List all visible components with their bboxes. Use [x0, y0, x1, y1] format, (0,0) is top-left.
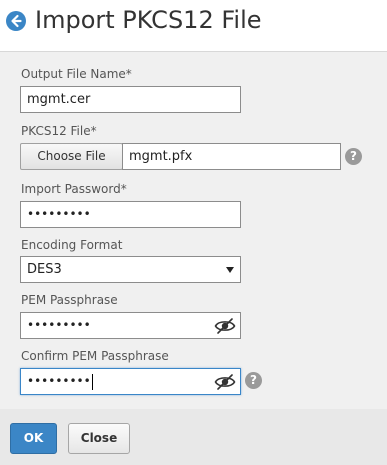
dropdown-arrow-icon: [226, 267, 234, 273]
pem-passphrase-input[interactable]: •••••••••: [20, 312, 241, 339]
help-icon[interactable]: ?: [345, 148, 362, 165]
import-password-masked-value: •••••••••: [27, 207, 91, 221]
close-button[interactable]: Close: [68, 423, 130, 454]
text-cursor: [91, 373, 93, 390]
output-file-name-label: Output File Name*: [21, 67, 132, 81]
confirm-pem-passphrase-masked-value: •••••••••: [27, 374, 91, 388]
pkcs12-file-label: PKCS12 File*: [21, 124, 97, 138]
help-icon[interactable]: ?: [245, 372, 262, 389]
encoding-format-label: Encoding Format: [21, 238, 123, 252]
import-password-label: Import Password*: [21, 182, 127, 196]
pkcs12-file-name-field[interactable]: mgmt.pfx: [122, 143, 341, 170]
dialog-header: Import PKCS12 File: [0, 0, 387, 40]
pem-passphrase-label: PEM Passphrase: [21, 293, 118, 307]
confirm-pem-passphrase-input[interactable]: •••••••••: [20, 368, 241, 395]
encoding-format-value: DES3: [27, 262, 62, 277]
ok-button[interactable]: OK: [10, 423, 57, 454]
output-file-name-input[interactable]: mgmt.cer: [20, 86, 241, 113]
encoding-format-select[interactable]: DES3: [20, 256, 241, 283]
dialog-footer: OK Close: [0, 409, 387, 465]
import-password-input[interactable]: •••••••••: [20, 201, 241, 228]
back-arrow-icon[interactable]: [6, 11, 26, 31]
hide-password-eye-icon[interactable]: [214, 373, 236, 391]
page-title: Import PKCS12 File: [35, 6, 262, 34]
hide-password-eye-icon[interactable]: [214, 317, 236, 335]
pem-passphrase-masked-value: •••••••••: [27, 318, 91, 332]
confirm-pem-passphrase-label: Confirm PEM Passphrase: [21, 349, 169, 363]
choose-file-button[interactable]: Choose File: [20, 143, 123, 170]
